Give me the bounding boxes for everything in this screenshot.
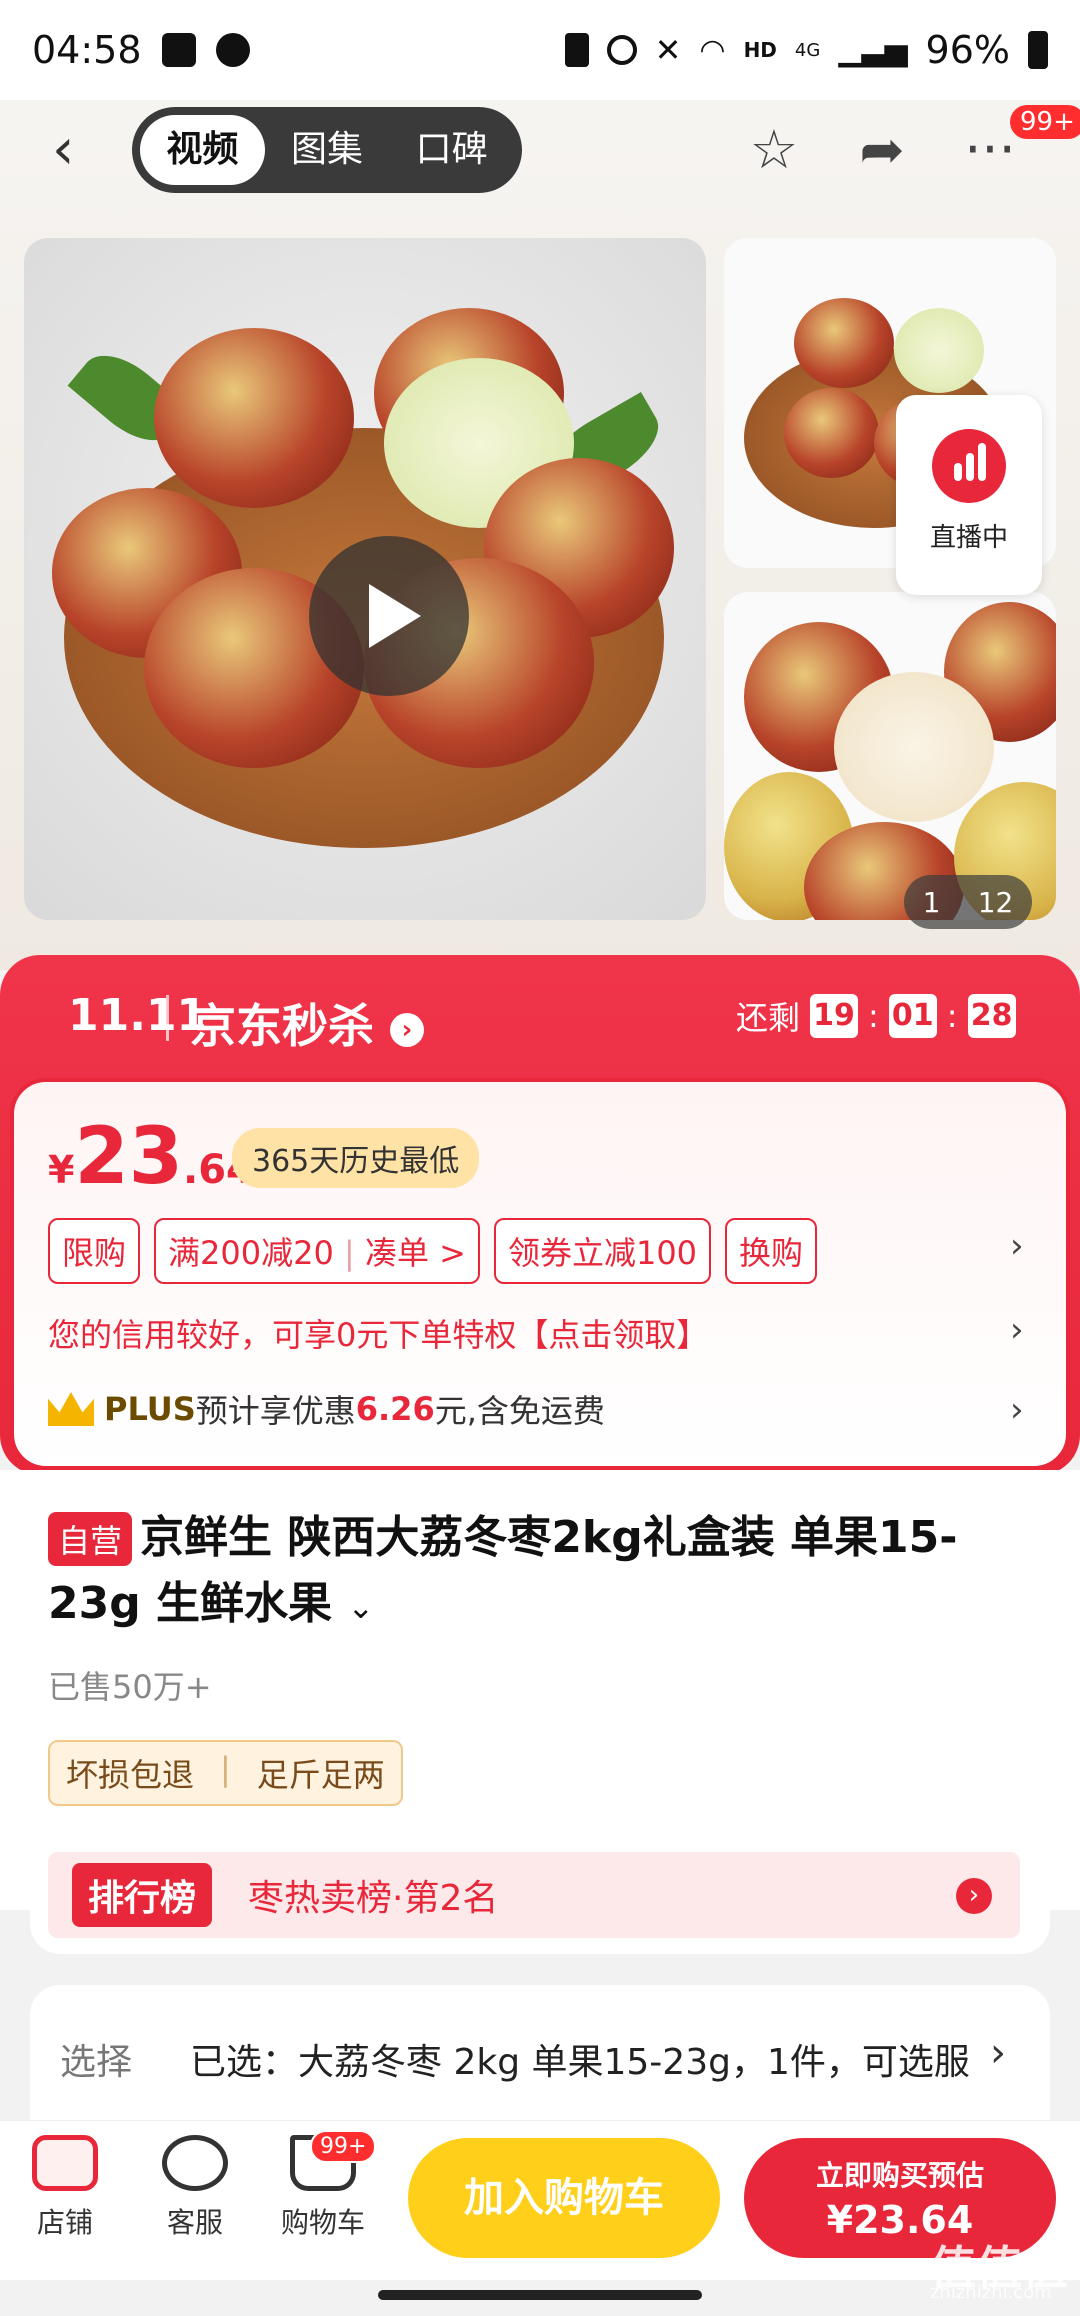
tab-video[interactable]: 视频 bbox=[140, 115, 265, 185]
guarantee-tags[interactable]: 坏损包退 | 足斤足两 bbox=[48, 1740, 403, 1806]
guarantee-full-weight: 足斤足两 bbox=[256, 1756, 385, 1794]
battery-saver-icon bbox=[564, 33, 589, 67]
cut-jujube-image bbox=[894, 308, 984, 393]
play-icon[interactable] bbox=[309, 536, 469, 696]
price-integer: 23 bbox=[74, 1112, 183, 1202]
countdown-timer: 还剩 19 : 01 : 28 bbox=[736, 993, 1016, 1039]
live-label: 直播中 bbox=[929, 523, 1008, 553]
signal-icon: ▁▃▅ bbox=[838, 32, 908, 68]
product-title-text: 京鲜生 陕西大荔冬枣2kg礼盒装 单果15-23g 生鲜水果 bbox=[48, 1512, 958, 1629]
plus-brand: PLUS bbox=[104, 1390, 196, 1428]
alarm-icon bbox=[606, 35, 637, 65]
tag-discount-label: 满200减20 bbox=[168, 1234, 334, 1272]
history-low-badge: 365天历史最低 bbox=[232, 1128, 480, 1188]
jujube-image bbox=[794, 298, 894, 388]
selection-chevron-icon[interactable]: › bbox=[990, 2030, 1006, 2076]
favorite-star-icon[interactable]: ☆ bbox=[742, 118, 806, 182]
mute-icon: ✕ bbox=[654, 31, 682, 69]
customer-service-button[interactable]: 客服 bbox=[140, 2135, 250, 2241]
flash-sale-title: 京东秒杀 bbox=[190, 999, 374, 1053]
share-icon[interactable]: ➦ bbox=[850, 118, 914, 182]
sold-count: 已售50万+ bbox=[48, 1668, 212, 1706]
double11-logo: 11.11 bbox=[68, 990, 208, 1041]
price-currency: ¥ bbox=[48, 1148, 75, 1192]
wifi-icon: ◠ bbox=[699, 32, 726, 68]
back-icon[interactable]: ‹ bbox=[52, 120, 112, 180]
flash-sale-brand[interactable]: 京东秒杀 › bbox=[190, 990, 425, 1056]
battery-percentage: 96% bbox=[925, 28, 1010, 72]
media-tab-switcher: 视频 图集 口碑 bbox=[132, 107, 522, 193]
tag-discount[interactable]: 满200减20 | 凑单 > bbox=[154, 1218, 480, 1284]
live-stream-button[interactable]: 直播中 bbox=[896, 395, 1042, 595]
plus-chevron-icon[interactable]: › bbox=[1010, 1390, 1024, 1430]
status-bar: 04:58 ✕ ◠ HD 4G ▁▃▅ 96% bbox=[0, 0, 1080, 100]
plus-offer[interactable]: PLUS 预计享优惠 6.26 元,含免运费 bbox=[48, 1386, 605, 1432]
shop-button[interactable]: 店铺 bbox=[10, 2135, 120, 2241]
thumbnail-image-2[interactable] bbox=[724, 592, 1056, 920]
tag-exchange[interactable]: 换购 bbox=[725, 1218, 818, 1284]
plus-amount: 6.26 bbox=[355, 1390, 435, 1428]
buy-now-label: 立即购买预估 bbox=[815, 2159, 984, 2192]
jujube-image bbox=[154, 328, 354, 508]
credit-chevron-icon[interactable]: › bbox=[1010, 1310, 1024, 1350]
shop-icon bbox=[32, 2135, 98, 2191]
hd-indicator: HD bbox=[743, 38, 777, 62]
expand-chevron-icon[interactable]: ⌄ bbox=[347, 1588, 374, 1626]
status-time: 04:58 bbox=[32, 28, 142, 72]
home-indicator[interactable] bbox=[378, 2290, 702, 2300]
tag-add-on-label: 凑单 > bbox=[364, 1234, 466, 1272]
self-operated-badge: 自营 bbox=[48, 1512, 133, 1566]
tag-coupon[interactable]: 领券立减100 bbox=[493, 1218, 712, 1284]
gallery-total: 12 bbox=[977, 885, 1014, 919]
cart-label: 购物车 bbox=[280, 2206, 365, 2239]
customer-service-icon bbox=[162, 2135, 228, 2191]
customer-service-label: 客服 bbox=[166, 2206, 223, 2239]
gallery-counter: 1 12 bbox=[904, 875, 1032, 929]
cart-badge: 99+ bbox=[310, 2130, 377, 2163]
ranking-banner[interactable]: 排行榜 枣热卖榜·第2名 bbox=[48, 1852, 1020, 1938]
shop-label: 店铺 bbox=[36, 2206, 93, 2239]
remaining-label: 还剩 bbox=[736, 999, 801, 1037]
divider bbox=[166, 995, 169, 1041]
ranking-badge: 排行榜 bbox=[72, 1863, 213, 1927]
countdown-minutes: 01 bbox=[888, 994, 937, 1038]
main-product-video[interactable] bbox=[24, 238, 706, 920]
price: ¥23.64 bbox=[48, 1112, 254, 1202]
tag-purchase-limit[interactable]: 限购 bbox=[48, 1218, 141, 1284]
promo-tags: 限购 满200减20 | 凑单 > 领券立减100 换购 bbox=[48, 1218, 818, 1284]
cut-jujube-image bbox=[834, 672, 994, 822]
tags-chevron-icon[interactable]: › bbox=[1010, 1226, 1024, 1266]
jujube-image bbox=[784, 388, 879, 478]
crown-icon bbox=[48, 1392, 94, 1426]
ranking-text: 枣热卖榜·第2名 bbox=[248, 1878, 499, 1919]
ranking-chevron-icon[interactable]: › bbox=[956, 1878, 992, 1914]
network-indicator: 4G bbox=[794, 39, 821, 61]
watermark-site: zhizhizhi.com bbox=[930, 2282, 1052, 2303]
gallery-current-index: 1 bbox=[922, 885, 941, 919]
credit-offer[interactable]: 您的信用较好，可享0元下单特权【点击领取】 bbox=[48, 1310, 708, 1356]
plus-text-before: 预计享优惠 bbox=[195, 1392, 356, 1430]
dnd-icon bbox=[215, 33, 250, 67]
gallery-notification-icon bbox=[161, 33, 196, 67]
guarantee-damage-refund: 坏损包退 bbox=[66, 1756, 195, 1794]
selection-label: 选择 bbox=[60, 2042, 133, 2083]
more-badge: 99+ bbox=[1010, 105, 1080, 139]
tab-reviews[interactable]: 口碑 bbox=[389, 115, 514, 185]
add-to-cart-button[interactable]: 加入购物车 bbox=[408, 2138, 720, 2258]
battery-icon bbox=[1028, 31, 1048, 69]
plus-text-after: 元,含免运费 bbox=[434, 1392, 605, 1430]
product-title[interactable]: 京鲜生 陕西大荔冬枣2kg礼盒装 单果15-23g 生鲜水果 ⌄ bbox=[48, 1505, 1028, 1640]
countdown-seconds: 28 bbox=[967, 994, 1016, 1038]
chevron-right-icon: › bbox=[390, 1012, 425, 1047]
live-bars-icon bbox=[932, 429, 1006, 503]
countdown-hours: 19 bbox=[810, 994, 859, 1038]
tab-gallery[interactable]: 图集 bbox=[265, 115, 390, 185]
